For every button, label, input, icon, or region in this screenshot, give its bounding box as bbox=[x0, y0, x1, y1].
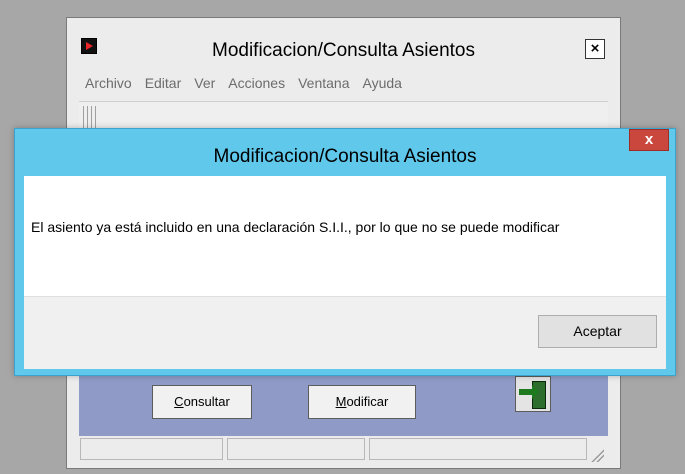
toolbar-grip-icon[interactable] bbox=[83, 106, 97, 128]
accept-button[interactable]: Aceptar bbox=[538, 315, 657, 348]
modificar-label: odificar bbox=[346, 394, 389, 409]
menu-acciones[interactable]: Acciones bbox=[228, 75, 285, 91]
app-menubar: Archivo Editar Ver Acciones Ventana Ayud… bbox=[85, 75, 402, 91]
status-cell-1 bbox=[80, 438, 223, 460]
consultar-label: onsultar bbox=[183, 394, 230, 409]
dialog-title: Modificacion/Consulta Asientos bbox=[213, 146, 477, 167]
status-cell-2 bbox=[227, 438, 365, 460]
dialog-footer: Aceptar bbox=[24, 296, 666, 369]
app-titlebar: Modificacion/Consulta Asientos × bbox=[67, 18, 620, 68]
app-toolbar bbox=[79, 101, 608, 130]
menu-editar[interactable]: Editar bbox=[145, 75, 182, 91]
app-close-button[interactable]: × bbox=[585, 39, 605, 59]
consultar-mnemonic: C bbox=[174, 394, 184, 409]
message-dialog: Modificacion/Consulta Asientos x El asie… bbox=[14, 128, 676, 376]
consultar-button[interactable]: Consultar bbox=[152, 385, 252, 419]
app-action-panel: Consultar Modificar bbox=[79, 370, 608, 436]
app-title: Modificacion/Consulta Asientos bbox=[212, 40, 475, 61]
modificar-mnemonic: M bbox=[335, 394, 347, 409]
menu-ayuda[interactable]: Ayuda bbox=[362, 75, 401, 91]
resize-grip-icon[interactable] bbox=[590, 448, 604, 462]
dialog-body: El asiento ya está incluido en una decla… bbox=[24, 176, 666, 296]
status-bar bbox=[79, 436, 608, 464]
exit-button[interactable] bbox=[515, 376, 551, 412]
modificar-button[interactable]: Modificar bbox=[308, 385, 416, 419]
menu-ventana[interactable]: Ventana bbox=[298, 75, 349, 91]
menu-ver[interactable]: Ver bbox=[194, 75, 215, 91]
dialog-close-button[interactable]: x bbox=[629, 129, 669, 151]
dialog-message: El asiento ya está incluido en una decla… bbox=[31, 219, 560, 235]
menu-archivo[interactable]: Archivo bbox=[85, 75, 132, 91]
status-cell-3 bbox=[369, 438, 587, 460]
exit-arrow-icon bbox=[519, 385, 539, 399]
